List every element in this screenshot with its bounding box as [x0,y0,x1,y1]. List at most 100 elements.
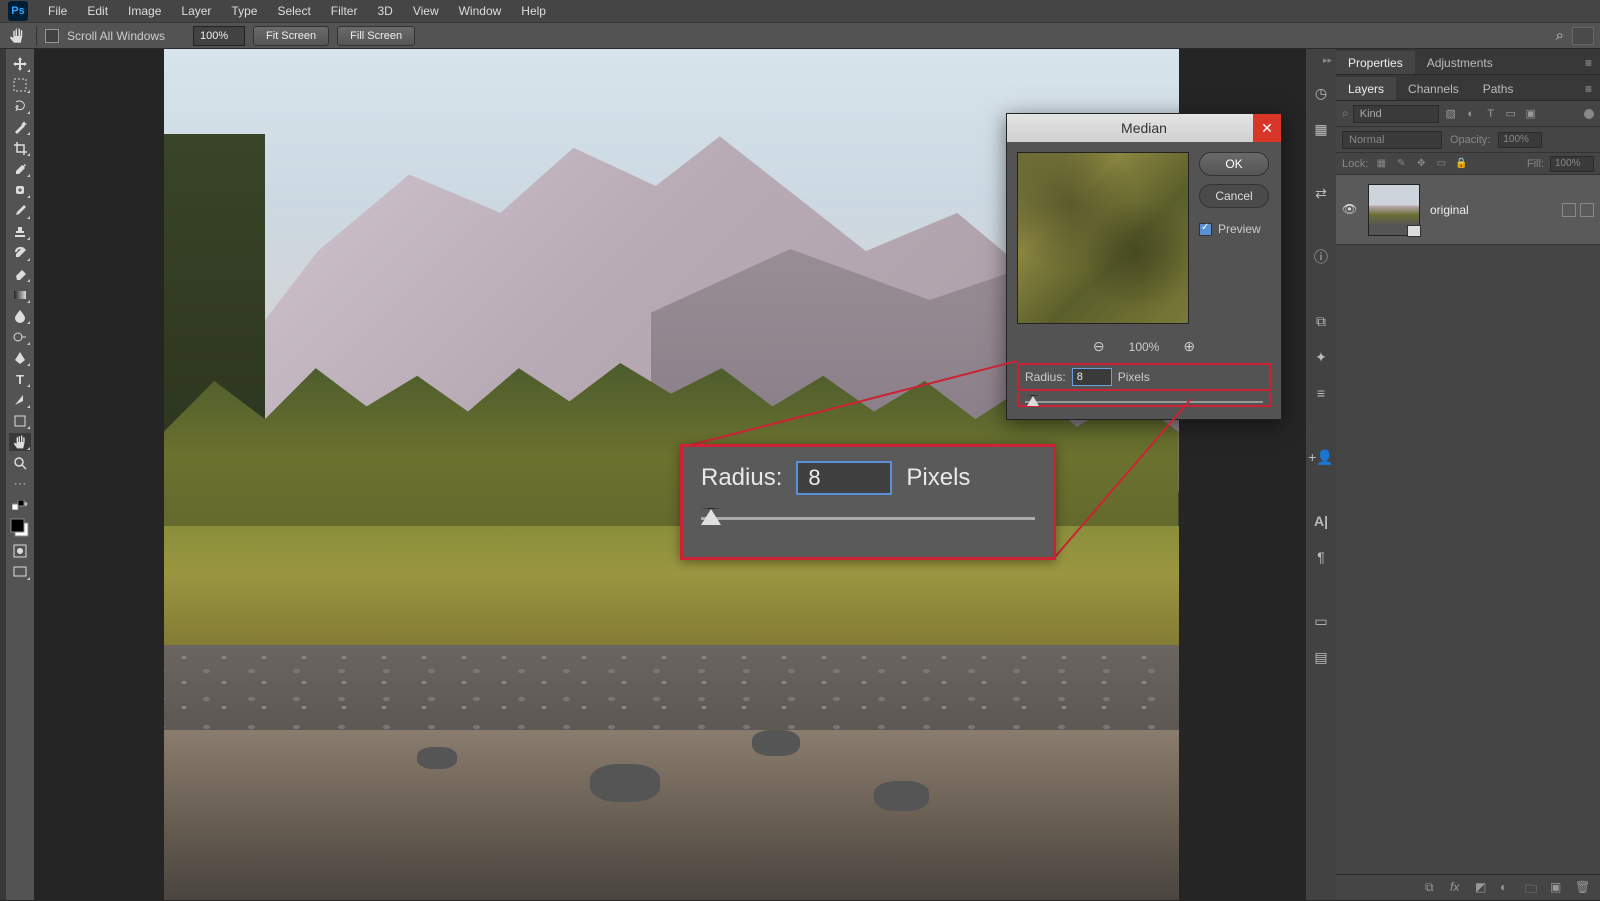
menu-image[interactable]: Image [118,4,171,18]
libraries-panel-icon[interactable]: ▭ [1312,612,1330,630]
dialog-titlebar[interactable]: Median ✕ [1007,114,1281,142]
menu-type[interactable]: Type [221,4,267,18]
close-icon[interactable]: ✕ [1253,114,1281,142]
path-tool[interactable] [9,391,31,409]
clone-panel-icon[interactable]: ⧉ [1312,312,1330,330]
paragraph-panel-icon[interactable]: ¶ [1312,548,1330,566]
radius-input[interactable] [1072,368,1112,386]
filter-vis-icon[interactable] [1580,203,1594,217]
adjustment-layer-icon[interactable]: ◐ [1500,880,1515,895]
history-panel-icon[interactable]: ◷ [1312,84,1330,102]
wand-tool[interactable] [9,118,31,136]
filter-shape-icon[interactable]: ▭ [1503,106,1519,122]
callout-radius-input[interactable] [796,461,892,495]
menu-file[interactable]: File [38,4,77,18]
layers-panel-menu-icon[interactable]: ≡ [1577,78,1600,100]
info-panel-icon[interactable]: ⓘ [1312,248,1330,266]
menu-edit[interactable]: Edit [77,4,118,18]
filter-toggle[interactable] [1584,109,1594,119]
zoom-out-icon[interactable]: ⊖ [1093,338,1105,355]
pen-tool[interactable] [9,349,31,367]
filter-kind-select[interactable]: Kind [1353,105,1439,123]
layer-thumbnail[interactable] [1368,184,1420,236]
filter-type-icon[interactable]: T [1483,106,1499,122]
tab-channels[interactable]: Channels [1396,77,1471,100]
slider-thumb-icon[interactable] [1027,395,1039,406]
color-swap-icon[interactable] [9,496,31,514]
menu-3d[interactable]: 3D [367,4,402,18]
stamp-tool[interactable] [9,223,31,241]
brush-tool[interactable] [9,202,31,220]
filter-smart-icon[interactable]: ▣ [1523,106,1539,122]
fill-input[interactable]: 100% [1550,156,1594,172]
screenmode-tool[interactable] [9,563,31,581]
lock-pixels-icon[interactable]: ✎ [1394,157,1408,171]
cancel-button[interactable]: Cancel [1199,184,1269,208]
ok-button[interactable]: OK [1199,152,1269,176]
fit-screen-button[interactable]: Fit Screen [253,26,329,46]
heal-tool[interactable] [9,181,31,199]
add-user-icon[interactable]: +👤 [1312,448,1330,466]
lock-artboard-icon[interactable]: ▭ [1434,157,1448,171]
filter-adjust-icon[interactable]: ◐ [1463,106,1479,122]
panel-menu-icon[interactable]: ≡ [1577,52,1600,74]
fx-icon[interactable]: fx [1450,880,1465,895]
menu-window[interactable]: Window [449,4,512,18]
scroll-all-checkbox[interactable] [45,29,59,43]
menu-view[interactable]: View [403,4,449,18]
edit-toolbar[interactable]: ⋯ [9,475,31,493]
menu-filter[interactable]: Filter [321,4,368,18]
lock-transparent-icon[interactable]: ▦ [1374,157,1388,171]
gradient-tool[interactable] [9,286,31,304]
history-brush-tool[interactable] [9,244,31,262]
zoom-level-input[interactable]: 100% [193,26,245,46]
visibility-icon[interactable]: 👁 [1342,202,1358,218]
actions-panel-icon[interactable]: ≡ [1312,384,1330,402]
delete-layer-icon[interactable]: 🗑 [1575,880,1590,895]
tool-presets-icon[interactable]: ✦ [1312,348,1330,366]
zoom-in-icon[interactable]: ⊕ [1183,338,1195,355]
mask-icon[interactable]: ◩ [1475,880,1490,895]
layer-row[interactable]: 👁 original [1336,175,1600,245]
new-layer-icon[interactable]: ▣ [1550,880,1565,895]
quickmask-tool[interactable] [9,542,31,560]
callout-slider[interactable] [701,517,1035,520]
search-icon[interactable]: ⌕ [1556,27,1564,44]
foreground-background-colors[interactable] [9,517,31,539]
preview-checkbox[interactable] [1199,223,1212,236]
layer-name[interactable]: original [1430,203,1469,217]
menu-help[interactable]: Help [511,4,556,18]
notes-panel-icon[interactable]: ▤ [1312,648,1330,666]
swatches-panel-icon[interactable]: ▦ [1312,120,1330,138]
hand-tool[interactable] [9,433,31,451]
crop-tool[interactable] [9,139,31,157]
blend-mode-select[interactable]: Normal [1342,131,1442,149]
filter-pixel-icon[interactable]: ▧ [1443,106,1459,122]
type-tool[interactable]: T [9,370,31,388]
brushes-panel-icon[interactable]: ⇄ [1312,184,1330,202]
group-icon[interactable]: 🗀 [1525,880,1540,895]
workspace-switcher-button[interactable] [1572,27,1594,45]
filter-preview-thumbnail[interactable] [1017,152,1189,324]
lock-position-icon[interactable]: ✥ [1414,157,1428,171]
lasso-tool[interactable] [9,97,31,115]
marquee-tool[interactable] [9,76,31,94]
fill-screen-button[interactable]: Fill Screen [337,26,415,46]
smart-filter-badge-icon[interactable] [1562,203,1576,217]
menu-layer[interactable]: Layer [171,4,221,18]
radius-slider[interactable] [1017,393,1271,407]
zoom-tool[interactable] [9,454,31,472]
callout-slider-thumb-icon[interactable] [701,508,721,525]
tab-layers[interactable]: Layers [1336,77,1396,100]
character-panel-icon[interactable]: A| [1312,512,1330,530]
link-layers-icon[interactable]: ⧉ [1425,880,1440,895]
opacity-input[interactable]: 100% [1498,132,1542,148]
eraser-tool[interactable] [9,265,31,283]
tab-paths[interactable]: Paths [1471,77,1526,100]
move-tool[interactable] [9,55,31,73]
shape-tool[interactable] [9,412,31,430]
blur-tool[interactable] [9,307,31,325]
eyedropper-tool[interactable] [9,160,31,178]
lock-all-icon[interactable]: 🔒 [1454,157,1468,171]
tab-adjustments[interactable]: Adjustments [1415,51,1505,74]
